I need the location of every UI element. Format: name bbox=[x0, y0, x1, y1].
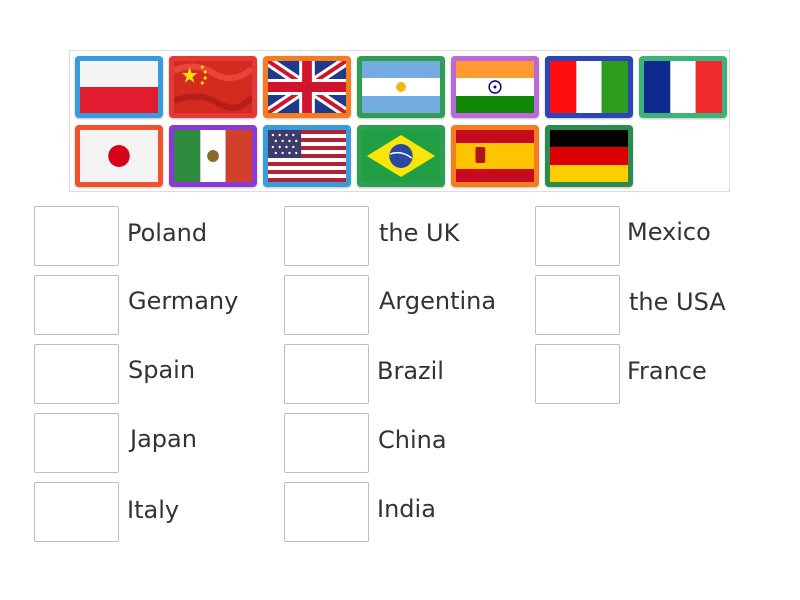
answer-label: Japan bbox=[130, 425, 197, 453]
answer-label: Argentina bbox=[379, 287, 497, 315]
drop-box-uk[interactable] bbox=[284, 206, 369, 266]
answer-label: France bbox=[627, 357, 707, 385]
drop-box-argentina[interactable] bbox=[284, 275, 369, 335]
answer-label: Germany bbox=[128, 287, 239, 315]
flag-tray bbox=[69, 50, 730, 192]
drop-box-poland[interactable] bbox=[34, 206, 119, 266]
flag-tile-spain[interactable] bbox=[451, 125, 539, 187]
drop-box-italy[interactable] bbox=[34, 482, 119, 542]
answer-label: the UK bbox=[379, 219, 460, 247]
argentina-flag-icon bbox=[362, 61, 440, 113]
answer-label: Brazil bbox=[377, 357, 444, 385]
answer-label: Spain bbox=[128, 356, 196, 384]
flag-tile-usa[interactable] bbox=[263, 125, 351, 187]
flag-tile-argentina[interactable] bbox=[357, 56, 445, 118]
poland-flag-icon bbox=[80, 61, 158, 113]
drop-box-france[interactable] bbox=[535, 344, 620, 404]
germany-flag-icon bbox=[550, 130, 628, 182]
answer-label: the USA bbox=[629, 288, 726, 316]
japan-flag-icon bbox=[80, 130, 158, 182]
flag-tile-poland[interactable] bbox=[75, 56, 163, 118]
flag-tile-china[interactable] bbox=[169, 56, 257, 118]
brazil-flag-icon bbox=[362, 130, 440, 182]
mexico-flag-icon bbox=[174, 130, 252, 182]
flag-tile-germany[interactable] bbox=[545, 125, 633, 187]
france-flag-icon bbox=[644, 61, 722, 113]
china-flag-icon bbox=[174, 61, 252, 113]
answer-label: Italy bbox=[127, 496, 180, 524]
drop-box-brazil[interactable] bbox=[284, 344, 369, 404]
uk-flag-icon bbox=[268, 61, 346, 113]
answer-label: China bbox=[378, 426, 447, 454]
flag-tile-france[interactable] bbox=[639, 56, 727, 118]
flag-tile-brazil[interactable] bbox=[357, 125, 445, 187]
spain-flag-icon bbox=[456, 130, 534, 182]
italy-flag-icon bbox=[550, 61, 628, 113]
flag-tile-italy[interactable] bbox=[545, 56, 633, 118]
drop-box-india[interactable] bbox=[284, 482, 369, 542]
drop-box-spain[interactable] bbox=[34, 344, 119, 404]
flag-tile-japan[interactable] bbox=[75, 125, 163, 187]
drop-box-china[interactable] bbox=[284, 413, 369, 473]
flag-tile-uk[interactable] bbox=[263, 56, 351, 118]
india-flag-icon bbox=[456, 61, 534, 113]
drop-box-japan[interactable] bbox=[34, 413, 119, 473]
drop-box-mexico[interactable] bbox=[535, 206, 620, 266]
flag-tile-india[interactable] bbox=[451, 56, 539, 118]
answer-label: Mexico bbox=[627, 218, 711, 246]
usa-flag-icon bbox=[268, 130, 346, 182]
drop-box-germany[interactable] bbox=[34, 275, 119, 335]
flag-tile-mexico[interactable] bbox=[169, 125, 257, 187]
answer-label: India bbox=[377, 495, 436, 523]
answer-label: Poland bbox=[127, 219, 208, 247]
drop-box-usa[interactable] bbox=[535, 275, 620, 335]
